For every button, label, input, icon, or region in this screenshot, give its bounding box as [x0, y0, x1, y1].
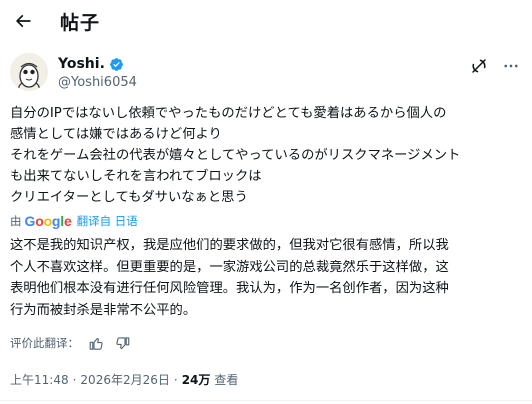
user-handle[interactable]: @Yoshi6054 — [58, 75, 137, 90]
back-button[interactable] — [8, 6, 38, 36]
post-author: Yoshi. @Yoshi6054 — [10, 53, 522, 97]
grok-icon — [472, 59, 486, 73]
thumbs-down-icon — [115, 336, 129, 349]
original-line: それをゲーム会社の代表が嬉々としてやっているのがリスクマネージメント — [10, 148, 461, 163]
display-name[interactable]: Yoshi. — [58, 56, 105, 72]
arrow-left-icon — [15, 14, 31, 28]
post-metadata: 上午11:48 · 2026年2月26日 · 24万 查看 — [10, 371, 238, 388]
translation-line: 行为而被封杀是非常不公平的。 — [10, 302, 197, 318]
verified-badge-icon — [109, 57, 123, 71]
post-translated-text: 这不是我的知识产权，我是应他们的要求做的，但我对它很有感情，所以我 个人不喜欢这… — [10, 235, 524, 321]
views-count: 24万 — [181, 373, 211, 387]
name-row: Yoshi. — [58, 56, 124, 72]
more-dots-icon — [504, 64, 518, 68]
translation-line: 个人不喜欢这样。但更重要的是，一家游戏公司的总裁竟然乐于这样做，这 — [10, 259, 449, 275]
post-date[interactable]: 2026年2月26日 — [80, 371, 169, 388]
original-line: クリエイターとしてもダサいなぁと思う — [10, 190, 248, 205]
more-options-button[interactable] — [500, 55, 522, 77]
translated-from-link[interactable]: 翻译自 日语 — [77, 213, 138, 229]
views-label: 查看 — [214, 373, 239, 387]
divider — [0, 400, 532, 401]
original-line: 感情としては嫌ではあるけど何より — [10, 127, 222, 142]
google-logo: Google — [24, 213, 72, 229]
translation-line: 表明他们根本没有进行任何风险管理。我认为，作为一名创作者，因为这种 — [10, 281, 449, 296]
rate-translation-label: 评价此翻译： — [10, 336, 79, 350]
grok-button[interactable] — [468, 55, 490, 77]
thumbs-up-icon — [89, 337, 103, 350]
thumbs-up-button[interactable] — [87, 334, 105, 352]
top-bar: 帖子 — [0, 0, 532, 42]
avatar-image-icon — [10, 53, 48, 91]
meta-separator: · — [72, 372, 77, 387]
avatar[interactable] — [10, 53, 48, 91]
translation-line: 这不是我的知识产权，我是应他们的要求做的，但我对它很有感情，所以我 — [10, 238, 449, 253]
translation-attribution: 由 Google 翻译自 日语 — [10, 213, 138, 229]
original-line: も出来てないしそれを言われてブロックは — [10, 169, 262, 184]
meta-separator: · — [173, 372, 178, 387]
original-line: 自分のIPではないし依頼でやったものだけどとても愛着はあるから個人の — [10, 106, 447, 121]
rate-translation: 评价此翻译： — [10, 334, 131, 352]
thumbs-down-button[interactable] — [113, 334, 131, 352]
translated-by-prefix: 由 — [10, 214, 22, 228]
page-title: 帖子 — [60, 12, 101, 34]
post-time[interactable]: 上午11:48 — [10, 371, 69, 388]
post-original-text: 自分のIPではないし依頼でやったものだけどとても愛着はあるから個人の 感情として… — [10, 103, 524, 208]
